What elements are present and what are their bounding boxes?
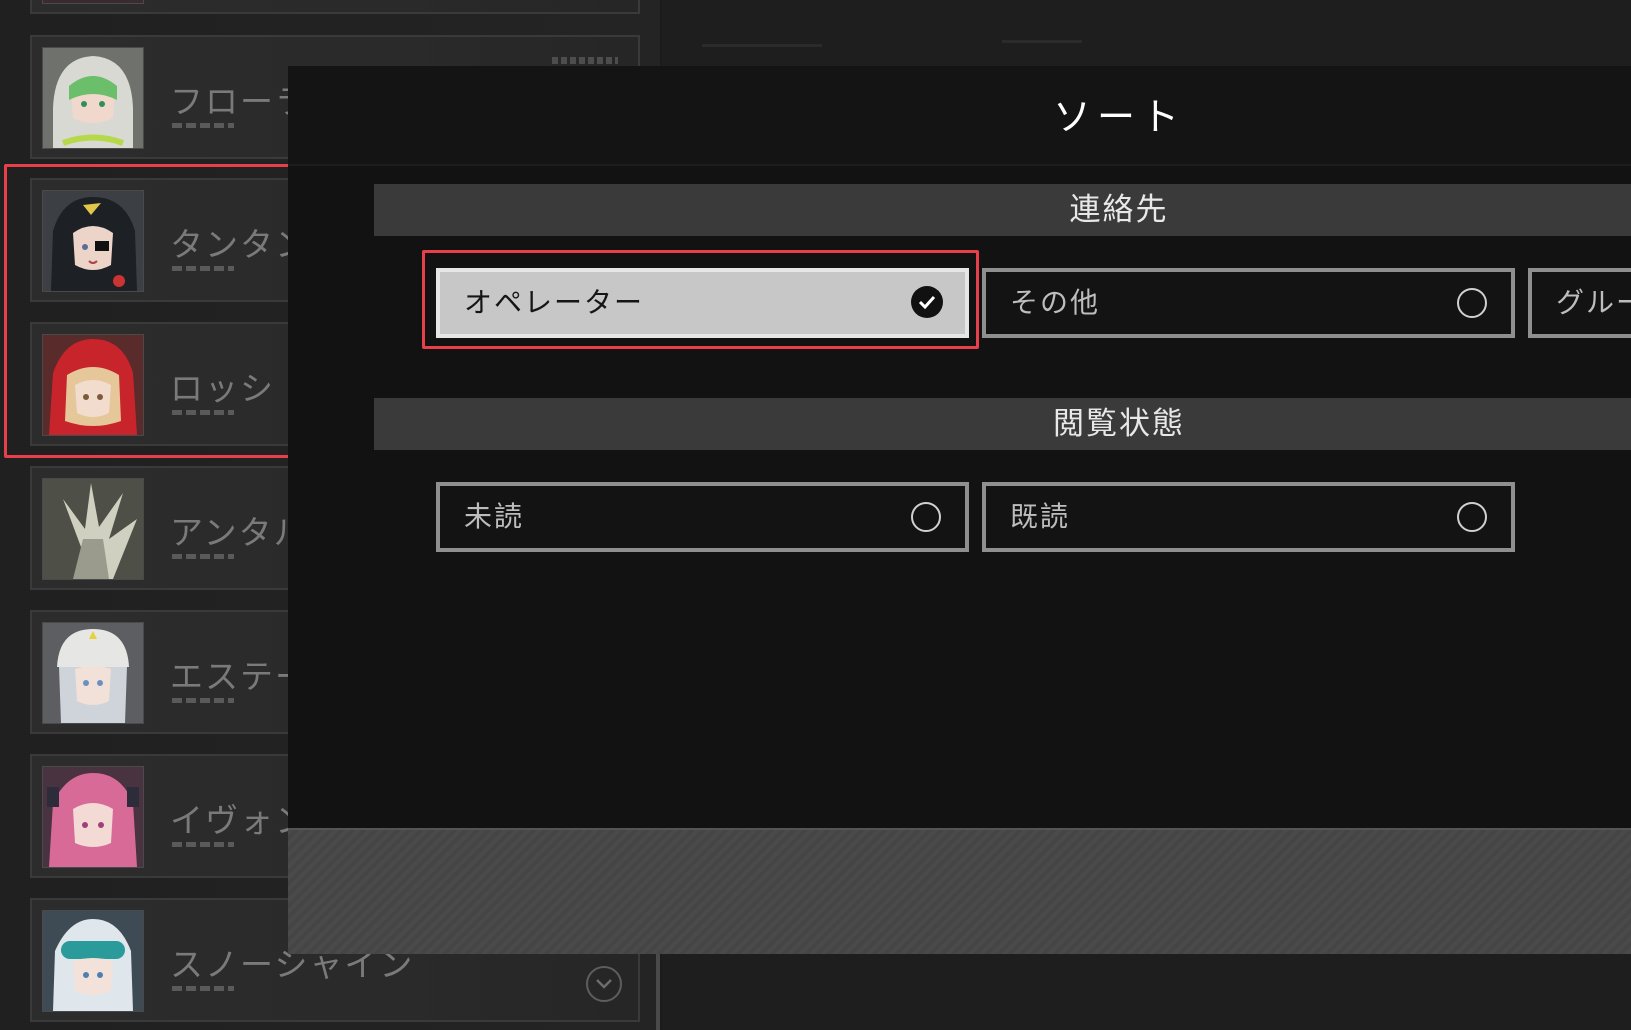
contact-subtitle (172, 698, 234, 703)
contact-card-top-partial[interactable] (30, 0, 640, 14)
dialog-header: ソート (288, 66, 1631, 166)
contact-avatar (42, 190, 144, 292)
contact-avatar (42, 0, 144, 4)
checkmark-icon (911, 286, 943, 318)
contact-avatar (42, 334, 144, 436)
decorative-line (1002, 40, 1082, 43)
contact-tag (552, 57, 618, 64)
contact-avatar (42, 766, 144, 868)
decorative-line (702, 44, 822, 47)
option-operator[interactable]: オペレーター (436, 268, 969, 338)
chevron-down-icon[interactable] (586, 966, 622, 1002)
dialog-title: ソート (1052, 95, 1185, 139)
radio-circle-icon (1457, 502, 1487, 532)
option-unread[interactable]: 未読 (436, 482, 969, 552)
list-scrollbar[interactable] (656, 950, 660, 1030)
contact-avatar (42, 910, 144, 1012)
option-read[interactable]: 既読 (982, 482, 1515, 552)
contact-subtitle (172, 266, 234, 271)
option-label: オペレーター (464, 286, 645, 319)
option-other[interactable]: その他 (982, 268, 1515, 338)
radio-circle-icon (911, 502, 941, 532)
contact-subtitle (172, 123, 234, 128)
contact-subtitle (172, 842, 234, 847)
contact-avatar (42, 478, 144, 580)
section-label: 連絡先 (1069, 192, 1169, 228)
section-header-contacts: 連絡先 (374, 184, 1631, 236)
contact-avatar (42, 622, 144, 724)
option-label: 未読 (464, 500, 525, 533)
option-label: その他 (1010, 286, 1101, 319)
contact-subtitle (172, 410, 234, 415)
option-label: グルー (1556, 286, 1631, 319)
radio-circle-icon (1457, 288, 1487, 318)
sort-dialog: ソート 連絡先 オペレーター その他 グルー 閲覧状態 未読 既読 (288, 66, 1631, 954)
contact-name: ロッシ (170, 369, 275, 408)
dialog-footer (288, 828, 1631, 954)
option-group[interactable]: グルー (1528, 268, 1631, 338)
section-label: 閲覧状態 (1053, 406, 1185, 442)
contact-avatar (42, 47, 144, 149)
option-label: 既読 (1010, 500, 1071, 533)
contact-subtitle (172, 554, 234, 559)
section-header-read-status: 閲覧状態 (374, 398, 1631, 450)
contact-subtitle (172, 986, 234, 991)
